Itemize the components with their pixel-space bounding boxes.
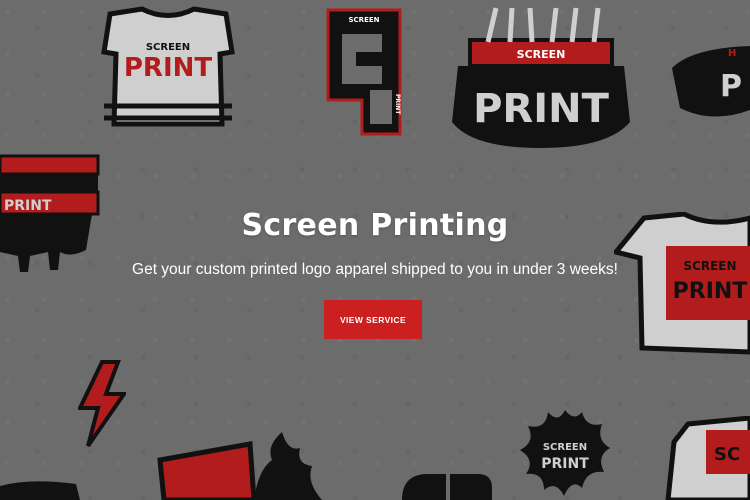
page-title: Screen Printing — [241, 208, 509, 243]
view-service-button[interactable]: VIEW SERVICE — [324, 300, 422, 339]
hero-subtitle: Get your custom printed logo apparel shi… — [132, 261, 618, 278]
hero-content: Screen Printing Get your custom printed … — [0, 0, 750, 500]
hero-section: SCREEN PRINT SCREEN PRINT SCREEN PRINT H… — [0, 0, 750, 500]
